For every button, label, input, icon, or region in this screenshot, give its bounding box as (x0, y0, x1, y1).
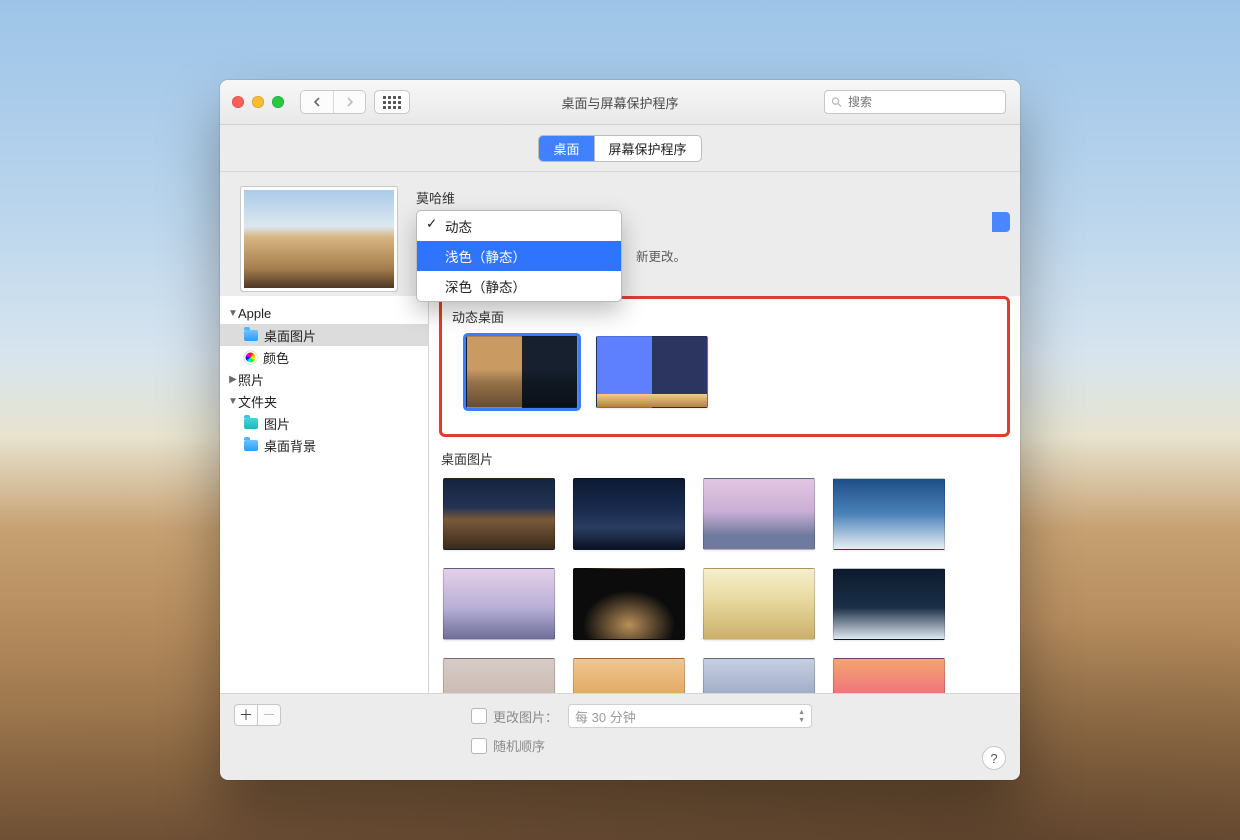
popup-option-dark[interactable]: 深色（静态） (417, 271, 621, 301)
wallpaper-thumb[interactable] (833, 568, 945, 640)
wallpaper-thumb[interactable] (443, 568, 555, 640)
sidebar-group-photos[interactable]: ▶ 照片 (220, 368, 428, 390)
folder-icon (244, 440, 258, 451)
wallpaper-preview (240, 186, 398, 292)
wallpaper-thumb[interactable] (443, 478, 555, 550)
wallpaper-description: 新更改。 (636, 246, 686, 265)
annotation-highlight: 动态桌面 (439, 296, 1010, 437)
disclosure-triangle-icon[interactable]: ▼ (228, 396, 238, 407)
wallpaper-thumb[interactable] (573, 478, 685, 550)
body-split: ▼ Apple 桌面图片 颜色 ▶ 照片 ▼ 文件夹 图片 (220, 296, 1020, 693)
disclosure-triangle-icon[interactable]: ▶ (228, 374, 238, 385)
remove-folder-button[interactable]: － (258, 704, 281, 726)
add-folder-button[interactable]: ＋ (234, 704, 258, 726)
nav-back-forward (300, 90, 366, 114)
disclosure-triangle-icon[interactable]: ▼ (228, 308, 238, 319)
change-interval-select[interactable]: 每 30 分钟 ▲▼ (568, 704, 812, 728)
source-sidebar[interactable]: ▼ Apple 桌面图片 颜色 ▶ 照片 ▼ 文件夹 图片 (220, 296, 429, 693)
color-wheel-icon (244, 351, 257, 364)
footer-bar: ＋ － 更改图片： 每 30 分钟 ▲▼ 随机顺序 ? (220, 693, 1020, 780)
tab-screensaver[interactable]: 屏幕保护程序 (594, 136, 701, 161)
wallpaper-name: 莫哈维 (416, 188, 1000, 207)
search-icon (831, 96, 842, 108)
wallpaper-thumb[interactable] (573, 568, 685, 640)
sidebar-label: 文件夹 (238, 392, 277, 411)
stepper-icon: ▲▼ (798, 709, 805, 724)
search-field[interactable] (824, 90, 1006, 114)
tabs-bar: 桌面 屏幕保护程序 (220, 125, 1020, 172)
popup-option-dynamic[interactable]: 动态 (417, 211, 621, 241)
minimize-button[interactable] (252, 96, 264, 108)
sidebar-group-folders[interactable]: ▼ 文件夹 (220, 390, 428, 412)
sidebar-item-pictures[interactable]: 图片 (220, 412, 428, 434)
wallpaper-thumb[interactable] (443, 658, 555, 693)
dynamic-wallpaper-mojave[interactable] (466, 336, 578, 408)
wallpaper-thumb[interactable] (833, 658, 945, 693)
appearance-popup[interactable]: 动态 浅色（静态） 深色（静态） (416, 210, 622, 302)
random-order-label: 随机顺序 (493, 736, 545, 755)
sidebar-label: 图片 (264, 414, 290, 433)
tabs: 桌面 屏幕保护程序 (538, 135, 701, 162)
popup-stepper-icon (992, 212, 1010, 232)
sidebar-group-apple[interactable]: ▼ Apple (220, 302, 428, 324)
grid-icon (383, 96, 401, 109)
sidebar-label: 照片 (238, 370, 264, 389)
tab-desktop[interactable]: 桌面 (539, 136, 593, 161)
sidebar-label: 桌面背景 (264, 436, 316, 455)
popup-option-light[interactable]: 浅色（静态） (417, 241, 621, 271)
folder-icon (244, 330, 258, 341)
traffic-lights (232, 96, 284, 108)
wallpaper-thumb[interactable] (703, 478, 815, 550)
dynamic-thumbs (452, 328, 997, 422)
random-order-row: 随机顺序 (471, 736, 812, 755)
sidebar-item-desktop-bg[interactable]: 桌面背景 (220, 434, 428, 456)
change-picture-checkbox[interactable] (471, 708, 487, 724)
wallpaper-controls: 莫哈维 动态 浅色（静态） 深色（静态） 新更改。 (416, 186, 1000, 292)
forward-button[interactable] (333, 91, 365, 113)
group-header-dynamic: 动态桌面 (452, 301, 997, 328)
picture-thumbs (429, 470, 1020, 693)
back-button[interactable] (301, 91, 333, 113)
sidebar-label: Apple (238, 306, 271, 321)
search-input[interactable] (846, 94, 1005, 110)
close-button[interactable] (232, 96, 244, 108)
preferences-window: 桌面与屏幕保护程序 桌面 屏幕保护程序 莫哈维 动态 浅色（静态） 深色（静态）… (220, 80, 1020, 780)
titlebar: 桌面与屏幕保护程序 (220, 80, 1020, 125)
zoom-button[interactable] (272, 96, 284, 108)
help-button[interactable]: ? (982, 746, 1006, 770)
wallpaper-hero: 莫哈维 动态 浅色（静态） 深色（静态） 新更改。 (220, 172, 1020, 296)
wallpaper-thumb[interactable] (833, 478, 945, 550)
show-all-button[interactable] (374, 90, 410, 114)
wallpaper-browser[interactable]: 动态桌面 桌面图片 (429, 296, 1020, 693)
folder-icon (244, 418, 258, 429)
wallpaper-thumb[interactable] (703, 568, 815, 640)
change-picture-row: 更改图片： 每 30 分钟 ▲▼ (471, 704, 812, 728)
change-picture-label: 更改图片： (493, 707, 558, 726)
random-order-checkbox[interactable] (471, 738, 487, 754)
sidebar-label: 桌面图片 (264, 326, 316, 345)
dynamic-wallpaper-solar[interactable] (596, 336, 708, 408)
group-header-pictures: 桌面图片 (429, 443, 1020, 470)
sidebar-item-colors[interactable]: 颜色 (220, 346, 428, 368)
interval-value: 每 30 分钟 (575, 707, 636, 726)
wallpaper-thumb[interactable] (703, 658, 815, 693)
sidebar-item-desktop-pictures[interactable]: 桌面图片 (220, 324, 428, 346)
sidebar-label: 颜色 (263, 348, 289, 367)
wallpaper-thumb[interactable] (573, 658, 685, 693)
